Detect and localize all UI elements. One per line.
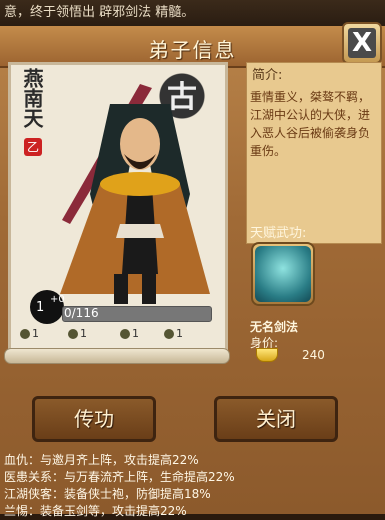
stat-hp: 1 [120, 327, 154, 341]
close-button[interactable]: 关闭 [214, 396, 338, 442]
speed-icon [164, 329, 174, 339]
fur-collar [100, 172, 180, 196]
level-value: 1 [36, 300, 45, 315]
close-x-button[interactable]: X [342, 22, 382, 64]
fate-item: 江湖侠客：装备侠士袍，防御提高18% [4, 487, 211, 501]
level-plus: +0 [50, 294, 65, 305]
news-ticker: 意，终于领悟出 辟邪剑法 精髓。 [0, 0, 385, 26]
hero-figure [60, 84, 210, 304]
worth-value: 240 [302, 348, 325, 362]
stat-defense: 1 [68, 327, 102, 341]
fate-item: 血仇：与邀月齐上阵，攻击提高22% [4, 453, 199, 467]
page-title: 弟子信息 [148, 38, 237, 62]
talent-label: 天赋武功: [250, 226, 307, 241]
sash [116, 224, 164, 238]
attack-icon [20, 329, 30, 339]
stat-value: 1 [176, 327, 183, 340]
stat-value: 1 [132, 327, 139, 340]
fate-list: 血仇：与邀月齐上阵，攻击提高22% 医患关系：与万春流齐上阵，生命提高22% 江… [0, 452, 385, 520]
intro-text: 重情重义，桀骜不羁，江湖中公认的大侠，进入恶人谷后被偷袭身负重伤。 [250, 90, 371, 158]
gold-ingot-icon [256, 348, 278, 362]
exp-text: 0/116 [64, 306, 99, 320]
sword-skill-icon[interactable] [255, 246, 311, 302]
fate-item: 医患关系：与万春流齐上阵，生命提高22% [4, 470, 235, 484]
fate-item: 兰惕：装备玉剑等，攻击提高22% [4, 504, 187, 518]
teach-button[interactable]: 传功 [32, 396, 156, 442]
right-leg [142, 274, 156, 304]
defense-icon [68, 329, 78, 339]
intro-label: 简介: [252, 68, 283, 83]
left-leg [114, 274, 128, 304]
stat-speed: 1 [164, 327, 198, 341]
scroll-rod [4, 348, 230, 364]
stat-value: 1 [32, 327, 39, 340]
close-icon: X [348, 28, 376, 58]
skill-name: 无名剑法 [250, 320, 299, 334]
hp-icon [120, 329, 130, 339]
stat-value: 1 [80, 327, 87, 340]
stat-attack: 1 [20, 327, 54, 341]
